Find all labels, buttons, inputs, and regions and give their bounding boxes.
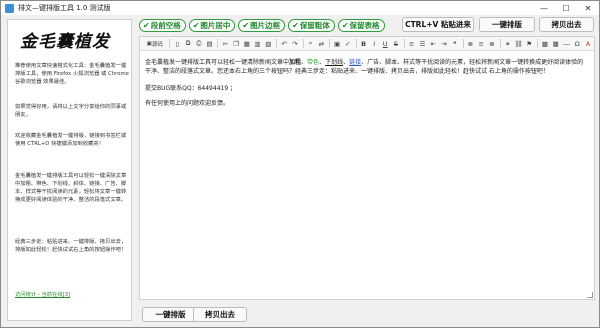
paste-text-icon[interactable]: ▥ xyxy=(253,39,263,49)
sidebar-paragraph-recommend: 推荐使用文章快速格式化工具：金毛囊植发一键排版工具，使用 Firefox 火狐浏… xyxy=(15,63,129,86)
text-color-icon[interactable]: A xyxy=(583,39,593,49)
redo-icon[interactable]: ↷ xyxy=(290,39,300,49)
align-left-icon[interactable]: ≣ xyxy=(466,39,476,49)
replace-icon[interactable]: ⇄ xyxy=(317,39,327,49)
sidebar-paragraph-bookmark: 欢迎收藏金毛囊植发一键排版，链接到书签栏或使用 CTRL+D 快捷键添加到收藏夹… xyxy=(15,133,127,148)
select-all-icon[interactable]: ▣ xyxy=(332,39,342,49)
visit-stats-link[interactable]: 访问统计 - 当前在线[3] xyxy=(15,290,70,298)
bold-icon[interactable]: B xyxy=(359,39,369,49)
preview-icon[interactable]: ⧉ xyxy=(183,39,193,49)
check-icon: ✔ xyxy=(341,20,349,30)
indent-icon[interactable]: ⇥ xyxy=(439,39,449,49)
numbered-list-icon[interactable]: ≡ xyxy=(407,39,417,49)
check-keep-bold[interactable]: ✔ 保留粗体 xyxy=(288,18,335,32)
align-right-icon[interactable]: ≣ xyxy=(487,39,497,49)
copy-button[interactable]: 拷贝出去 xyxy=(539,17,594,32)
spellcheck-icon[interactable]: ✓ xyxy=(343,39,353,49)
logo: 金毛囊植发 xyxy=(20,32,110,52)
image-icon[interactable]: ▩ xyxy=(540,39,550,49)
check-keep-table[interactable]: ✔ 保留表格 xyxy=(337,18,385,32)
check-image-border[interactable]: ✔ 图片边框 xyxy=(238,18,286,32)
copy-button-bottom[interactable]: 拷贝出去 xyxy=(193,307,247,322)
toolbar-divider xyxy=(462,39,464,48)
check-icon: ✔ xyxy=(242,20,250,30)
underline-icon[interactable]: U xyxy=(380,39,390,49)
toolbar-divider xyxy=(217,39,219,48)
link-icon[interactable]: ⚭ xyxy=(503,39,513,49)
print-icon[interactable]: ⎙ xyxy=(194,39,204,49)
special-char-icon[interactable]: Ω xyxy=(572,39,582,49)
format-button[interactable]: 一键排版 xyxy=(479,17,535,32)
cut-icon[interactable]: ✂ xyxy=(220,39,230,49)
check-icon: ✔ xyxy=(292,20,299,30)
minimize-icon[interactable]: — xyxy=(533,1,555,15)
source-button[interactable]: ▣ 源码 xyxy=(143,39,166,49)
italic-icon[interactable]: I xyxy=(370,39,380,49)
window-controls: — ☐ ✕ xyxy=(533,1,599,15)
blockquote-icon[interactable]: ❝ xyxy=(450,39,460,49)
content-link[interactable]: 链接 xyxy=(349,59,361,66)
content-colored-text: 带色 xyxy=(307,59,320,66)
content-paragraph-2: 提交BUG联系QQ：64494419 ； xyxy=(145,85,237,92)
editor-content[interactable]: 金毛囊植发一键排版工具可以轻松一键清除新闻文章中加粗、带色、下划线、链接、广告、… xyxy=(145,58,589,108)
source-label: 源码 xyxy=(151,41,163,48)
app-window: 排文—键排版工具 1.0 测试版 — ☐ ✕ 金毛囊植发 推荐使用文章快速格式化… xyxy=(0,0,600,328)
unlink-icon[interactable]: ⛓ xyxy=(514,39,524,49)
toolbar-divider xyxy=(329,39,331,48)
find-icon[interactable]: ⌕ xyxy=(306,39,316,49)
editor-toolbar: ▣ 源码 ▯ ⧉ ⎙ ▤ ✂ ❐ ▦ ▥ ▧ ↶ ↷ ⌕ ⇄ ▣ ✓ B I U … xyxy=(140,37,594,51)
check-label: 保留粗体 xyxy=(299,20,330,30)
check-paragraph-indent[interactable]: ✔ 段前空格 xyxy=(139,18,186,32)
anchor-icon[interactable]: ⚑ xyxy=(524,39,534,49)
content-paragraph-3: 有任何使用上的问题欢迎反馈。 xyxy=(145,100,230,107)
new-page-icon[interactable]: ▯ xyxy=(172,39,182,49)
toolbar-divider xyxy=(355,39,357,48)
check-label: 图片居中 xyxy=(200,20,231,30)
horizontal-rule-icon[interactable]: ― xyxy=(562,39,572,49)
content-paragraph-1: 金毛囊植发一键排版工具可以轻松一键清除新闻文章中加粗、带色、下划线、链接、广告、… xyxy=(145,58,589,76)
format-button-bottom[interactable]: 一键排版 xyxy=(142,307,199,322)
toolbar-divider xyxy=(499,39,501,48)
toolbar-divider xyxy=(169,39,171,48)
resize-handle[interactable] xyxy=(587,292,593,298)
toolbar-divider xyxy=(276,39,278,48)
sidebar-paragraph-description: 金毛囊植发一键排版工具可以轻松一键清除文章中加粗、带色、下划线、斜体、链接、广告… xyxy=(15,173,127,204)
content-text: 金毛囊植发一键排版工具可以轻松一键清除新闻文章中 xyxy=(145,59,290,66)
outdent-icon[interactable]: ⇤ xyxy=(428,39,438,49)
check-label: 段前空格 xyxy=(150,20,181,30)
title-bar: 排文—键排版工具 1.0 测试版 — ☐ ✕ xyxy=(1,1,599,15)
editor[interactable]: ▣ 源码 ▯ ⧉ ⎙ ▤ ✂ ❐ ▦ ▥ ▧ ↶ ↷ ⌕ ⇄ ▣ ✓ B I U … xyxy=(139,36,595,300)
content-underlined-text: 下划线 xyxy=(325,59,344,66)
check-label: 图片边框 xyxy=(250,20,281,30)
paste-button[interactable]: CTRL+V 粘贴进来 xyxy=(402,17,474,32)
option-checks: ✔ 段前空格 ✔ 图片居中 ✔ 图片边框 ✔ 保留粗体 ✔ 保留表格 xyxy=(139,18,388,32)
align-center-icon[interactable]: ≡ xyxy=(476,39,486,49)
paste-word-icon[interactable]: ▧ xyxy=(264,39,274,49)
sidebar: 金毛囊植发 推荐使用文章快速格式化工具：金毛囊植发一键排版工具，使用 Firef… xyxy=(7,19,132,321)
toolbar-divider xyxy=(537,39,539,48)
check-image-center[interactable]: ✔ 图片居中 xyxy=(188,18,236,32)
template-icon[interactable]: ▤ xyxy=(205,39,215,49)
toolbar-divider xyxy=(403,39,405,48)
check-icon: ✔ xyxy=(192,20,200,30)
toolbar-divider xyxy=(302,39,304,48)
sidebar-paragraph-steps: 经典三步走：粘贴进来、一键排版、拷贝出去，排版如此轻松！赶快试试右上角的按钮操作… xyxy=(15,239,127,254)
window-title: 排文—键排版工具 1.0 测试版 xyxy=(18,4,111,12)
close-icon[interactable]: ✕ xyxy=(577,1,599,15)
sidebar-paragraph-share: 如果觉得好用，请将以上文字分享给你的同事或朋友。 xyxy=(15,104,127,119)
copy-icon[interactable]: ❐ xyxy=(231,39,241,49)
table-icon[interactable]: ▦ xyxy=(551,39,561,49)
maximize-icon[interactable]: ☐ xyxy=(555,1,577,15)
app-icon xyxy=(5,3,14,13)
bulleted-list-icon[interactable]: ☰ xyxy=(418,39,428,49)
undo-icon[interactable]: ↶ xyxy=(279,39,289,49)
paste-icon[interactable]: ▦ xyxy=(242,39,252,49)
check-icon: ✔ xyxy=(143,20,150,30)
check-label: 保留表格 xyxy=(349,20,380,30)
strikethrough-icon[interactable]: S xyxy=(391,39,401,49)
content-bold-text: 加粗 xyxy=(289,59,302,66)
